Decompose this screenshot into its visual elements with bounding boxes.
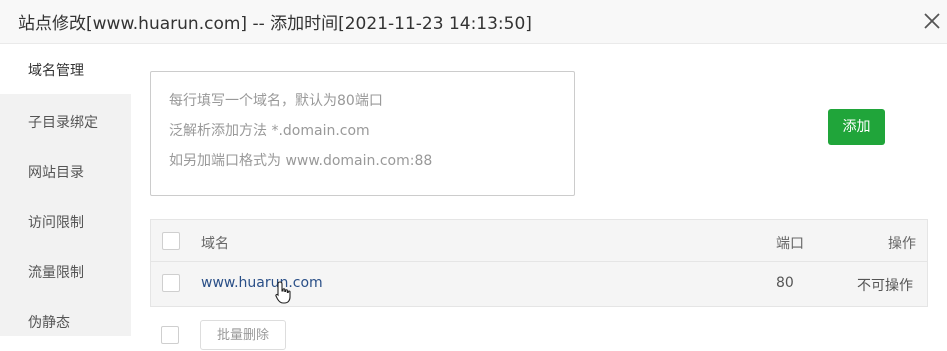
sidebar-item-rewrite[interactable]: 伪静态 [0, 296, 131, 346]
action-status: 不可操作 [857, 278, 913, 294]
hand-cursor-icon [275, 281, 293, 309]
sidebar-item-domain-management[interactable]: 域名管理 [0, 44, 131, 94]
footer-select-checkbox[interactable] [161, 326, 179, 344]
header-port: 端口 [776, 236, 804, 252]
row-checkbox[interactable] [162, 274, 180, 292]
placeholder-line: 每行填写一个域名，默认为80端口 [169, 93, 383, 109]
sidebar-item-label: 网站目录 [28, 165, 84, 181]
header-domain: 域名 [201, 236, 229, 252]
select-all-checkbox[interactable] [162, 232, 180, 250]
table-row: www.huarun.com 80 不可操作 [150, 262, 928, 307]
table-header: 域名 端口 操作 [150, 219, 928, 262]
sidebar-item-label: 访问限制 [28, 215, 84, 231]
sidebar-item-label: 域名管理 [28, 63, 84, 79]
dialog-titlebar: 站点修改[www.huarun.com] -- 添加时间[2021-11-23 … [0, 0, 947, 44]
placeholder-line: 泛解析添加方法 *.domain.com [169, 123, 370, 139]
sidebar-item-label: 伪静态 [28, 315, 70, 331]
sidebar-item-access-limit[interactable]: 访问限制 [0, 196, 131, 246]
close-icon[interactable] [917, 6, 947, 36]
add-button[interactable]: 添加 [828, 109, 885, 145]
domain-textarea[interactable]: 每行填写一个域名，默认为80端口 泛解析添加方法 *.domain.com 如另… [150, 71, 575, 196]
port-value: 80 [776, 275, 794, 291]
sidebar-item-subdirectory-binding[interactable]: 子目录绑定 [0, 96, 131, 146]
sidebar-item-label: 流量限制 [28, 265, 84, 281]
sidebar-item-label: 子目录绑定 [28, 115, 98, 131]
sidebar-item-traffic-limit[interactable]: 流量限制 [0, 246, 131, 296]
header-action: 操作 [888, 236, 916, 252]
batch-delete-button[interactable]: 批量删除 [200, 320, 286, 350]
sidebar: 域名管理 子目录绑定 网站目录 访问限制 流量限制 伪静态 [0, 44, 131, 336]
dialog-title: 站点修改[www.huarun.com] -- 添加时间[2021-11-23 … [18, 14, 532, 34]
placeholder-line: 如另加端口格式为 www.domain.com:88 [169, 153, 433, 169]
sidebar-item-site-directory[interactable]: 网站目录 [0, 146, 131, 196]
domain-link[interactable]: www.huarun.com [201, 275, 323, 291]
